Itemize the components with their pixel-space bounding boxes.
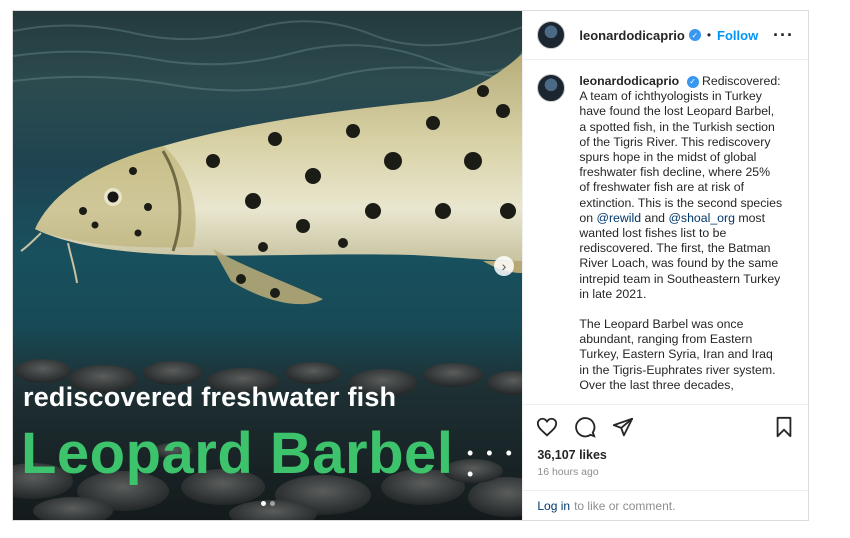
login-prompt: Log in to like or comment. [523,490,808,520]
overlay-dots: • • • • [467,443,516,484]
overlay-title: Leopard Barbel [21,421,454,486]
follow-button[interactable]: Follow [717,28,758,43]
post-header: leonardodicaprio ✓ • Follow ··· [523,11,808,60]
caption-text: leonardodicaprio ✓ Rediscovered: A team … [579,74,783,404]
avatar[interactable] [537,21,566,49]
share-icon[interactable] [611,415,635,439]
verified-badge-icon: ✓ [686,75,699,88]
header-separator: • [706,28,712,42]
caption-area: leonardodicaprio ✓ Rediscovered: A team … [523,60,808,404]
instagram-post: rediscovered freshwater fish Leopard Bar… [12,10,809,521]
caption-avatar[interactable] [537,74,566,102]
carousel-dot-2 [269,501,275,506]
heart-icon[interactable] [535,415,559,439]
login-link[interactable]: Log in [537,499,570,513]
caption-paragraph-2: The Leopard Barbel was once abundant, ra… [579,317,776,392]
bookmark-icon[interactable] [772,415,796,439]
more-options-icon[interactable]: ··· [773,25,794,46]
username-link[interactable]: leonardodicaprio [579,28,684,43]
carousel-dot-1 [260,501,266,506]
carousel-indicator [13,501,522,506]
mention-shoal-org[interactable]: @shoal_org [668,211,735,225]
caption-username[interactable]: leonardodicaprio [579,74,679,88]
verified-badge-icon: ✓ [688,29,701,41]
likes-count[interactable]: 36,107 likes [523,448,808,464]
chevron-right-icon: › [501,258,507,274]
login-text: to like or comment. [574,498,676,513]
post-timestamp[interactable]: 16 hours ago [523,466,808,484]
post-media[interactable]: rediscovered freshwater fish Leopard Bar… [13,11,523,520]
caption-part-2: and [641,210,669,225]
next-slide-button[interactable]: › [494,256,514,276]
overlay-subtitle: rediscovered freshwater fish [23,382,397,412]
mention-rewild[interactable]: @rewild [596,211,641,225]
post-sidebar: leonardodicaprio ✓ • Follow ··· leonardo… [522,11,808,520]
comment-icon[interactable] [573,415,597,439]
caption-part-1: Rediscovered: A team of ichthyologists i… [579,74,783,225]
action-bar [523,404,808,448]
